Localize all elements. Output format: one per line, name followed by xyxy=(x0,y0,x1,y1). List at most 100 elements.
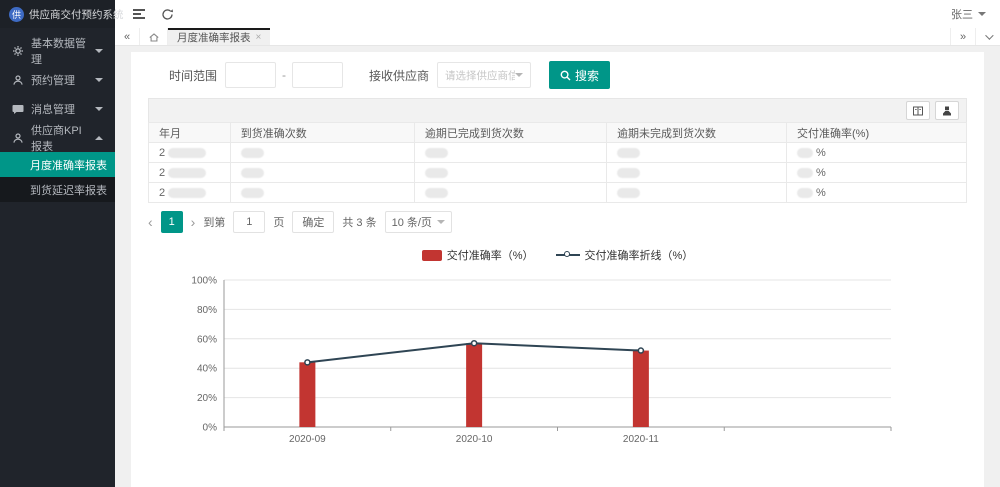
page-size-value: 10 条/页 xyxy=(392,214,432,230)
sidebar-item-label: 预约管理 xyxy=(31,72,75,88)
svg-text:80%: 80% xyxy=(197,305,217,316)
tabs-menu-icon[interactable] xyxy=(975,28,1000,45)
page-size-select[interactable]: 10 条/页 xyxy=(385,211,452,233)
kpi-chart: 0%20%40%60%80%100%2020-092020-102020-11 xyxy=(148,267,969,449)
sidebar-subitem-label: 到货延迟率报表 xyxy=(30,182,107,198)
line-series-label: 交付准确率折线（%） xyxy=(585,247,694,263)
sidebar: 供 供应商交付预约系统 基本数据管理 预约管理 xyxy=(0,0,115,487)
gear-icon xyxy=(12,45,24,57)
svg-text:2020-09: 2020-09 xyxy=(289,434,326,445)
chevron-down-icon xyxy=(978,12,986,16)
logo-icon: 供 xyxy=(9,7,24,22)
table-header-row: 年月 到货准确次数 逾期已完成到货次数 逾期未完成到货次数 交付准确率(%) xyxy=(149,123,967,143)
search-button[interactable]: 搜索 xyxy=(549,61,610,89)
redacted-value xyxy=(425,188,448,198)
col-overdue-completed: 逾期已完成到货次数 xyxy=(414,123,606,143)
redacted-value xyxy=(241,148,264,158)
redacted-value xyxy=(168,148,206,158)
supplier-select-placeholder: 请选择供应商信息 xyxy=(445,68,515,83)
time-range-label: 时间范围 xyxy=(169,67,217,84)
svg-text:40%: 40% xyxy=(197,364,217,375)
chevron-down-icon xyxy=(95,78,103,82)
supplier-label: 接收供应商 xyxy=(369,67,429,84)
bar-series-swatch xyxy=(422,250,442,261)
confirm-button[interactable]: 确定 xyxy=(292,211,334,233)
search-form: 时间范围 - 接收供应商 请选择供应商信息 搜索 xyxy=(131,52,984,98)
search-button-label: 搜索 xyxy=(575,67,599,84)
sidebar-item-label: 消息管理 xyxy=(31,101,75,117)
goto-page-input[interactable] xyxy=(233,211,265,233)
tab-monthly-accuracy-report[interactable]: 月度准确率报表 × xyxy=(168,28,270,45)
chevron-down-icon xyxy=(437,220,445,224)
rate-suffix: % xyxy=(816,147,826,159)
svg-text:60%: 60% xyxy=(197,334,217,345)
kpi-table: 年月 到货准确次数 逾期已完成到货次数 逾期未完成到货次数 交付准确率(%) 2 xyxy=(148,122,967,203)
redacted-value xyxy=(425,148,448,158)
legend-item-bar[interactable]: 交付准确率（%） xyxy=(422,247,534,263)
page-unit-label: 页 xyxy=(273,214,284,230)
sidebar-item-label: 基本数据管理 xyxy=(31,35,88,67)
menu-fold-icon[interactable] xyxy=(133,9,145,19)
supplier-select[interactable]: 请选择供应商信息 xyxy=(437,62,531,88)
prev-page-icon[interactable]: ‹ xyxy=(148,215,153,229)
sidebar-item-basic-data[interactable]: 基本数据管理 xyxy=(0,36,115,65)
columns-toggle-button[interactable] xyxy=(906,101,930,120)
tab-bar: « 月度准确率报表 × » xyxy=(115,28,1000,46)
topbar: 张三 xyxy=(115,0,1000,28)
tab-label: 月度准确率报表 xyxy=(177,30,251,45)
col-accurate-arrivals: 到货准确次数 xyxy=(230,123,414,143)
sidebar-item-label: 供应商KPI报表 xyxy=(31,122,88,154)
home-tab[interactable] xyxy=(140,28,168,45)
sidebar-item-monthly-accuracy-report[interactable]: 月度准确率报表 xyxy=(0,152,115,177)
next-page-icon[interactable]: › xyxy=(191,215,196,229)
chevron-down-icon xyxy=(515,73,523,77)
redacted-value xyxy=(241,168,264,178)
sidebar-item-supplier-kpi[interactable]: 供应商KPI报表 xyxy=(0,123,115,152)
tabs-scroll-left-icon[interactable]: « xyxy=(115,28,140,45)
date-start-input[interactable] xyxy=(225,62,276,88)
pagination: ‹ 1 › 到第 页 确定 共 3 条 10 条/页 xyxy=(148,210,967,234)
close-icon[interactable]: × xyxy=(256,32,262,43)
main-area: 张三 « 月度准确率报表 × » 时间范围 - xyxy=(115,0,1000,487)
sidebar-item-messages[interactable]: 消息管理 xyxy=(0,94,115,123)
col-year-month: 年月 xyxy=(149,123,231,143)
redacted-value xyxy=(168,168,206,178)
legend-item-line[interactable]: 交付准确率折线（%） xyxy=(556,247,694,263)
redacted-value xyxy=(425,168,448,178)
app-title: 供应商交付预约系统 xyxy=(29,7,124,22)
date-end-input[interactable] xyxy=(292,62,343,88)
total-count-label: 共 3 条 xyxy=(342,214,376,230)
svg-text:2020-11: 2020-11 xyxy=(623,434,659,445)
svg-text:100%: 100% xyxy=(191,276,217,287)
home-icon xyxy=(148,31,160,43)
bar-series-label: 交付准确率（%） xyxy=(447,247,534,263)
year-month-value: 2 xyxy=(159,187,165,199)
user-icon xyxy=(12,74,24,86)
table-row: 2 % xyxy=(149,183,967,203)
report-card: 时间范围 - 接收供应商 请选择供应商信息 搜索 xyxy=(131,52,984,487)
tabs-scroll-right-icon[interactable]: » xyxy=(950,28,975,45)
chevron-down-icon xyxy=(95,49,103,53)
col-delivery-accuracy: 交付准确率(%) xyxy=(787,123,967,143)
app-logo: 供 供应商交付预约系统 xyxy=(0,0,115,28)
user-icon xyxy=(12,132,24,144)
sidebar-item-delay-rate-report[interactable]: 到货延迟率报表 xyxy=(0,177,115,202)
svg-text:0%: 0% xyxy=(203,423,218,434)
search-icon xyxy=(560,70,571,81)
redacted-value xyxy=(168,188,206,198)
rate-suffix: % xyxy=(816,167,826,179)
sidebar-submenu: 月度准确率报表 到货延迟率报表 xyxy=(0,152,115,202)
content-area: 时间范围 - 接收供应商 请选择供应商信息 搜索 xyxy=(115,46,1000,487)
export-icon xyxy=(941,105,953,117)
svg-text:2020-10: 2020-10 xyxy=(456,434,493,445)
refresh-icon[interactable] xyxy=(161,8,174,21)
table-row: 2 % xyxy=(149,163,967,183)
sidebar-item-reservation[interactable]: 预约管理 xyxy=(0,65,115,94)
chevron-up-icon xyxy=(95,136,103,140)
user-menu[interactable]: 张三 xyxy=(951,6,986,22)
chevron-down-icon xyxy=(95,107,103,111)
export-button[interactable] xyxy=(935,101,959,120)
page-1-button[interactable]: 1 xyxy=(161,211,183,233)
year-month-value: 2 xyxy=(159,167,165,179)
rate-suffix: % xyxy=(816,187,826,199)
